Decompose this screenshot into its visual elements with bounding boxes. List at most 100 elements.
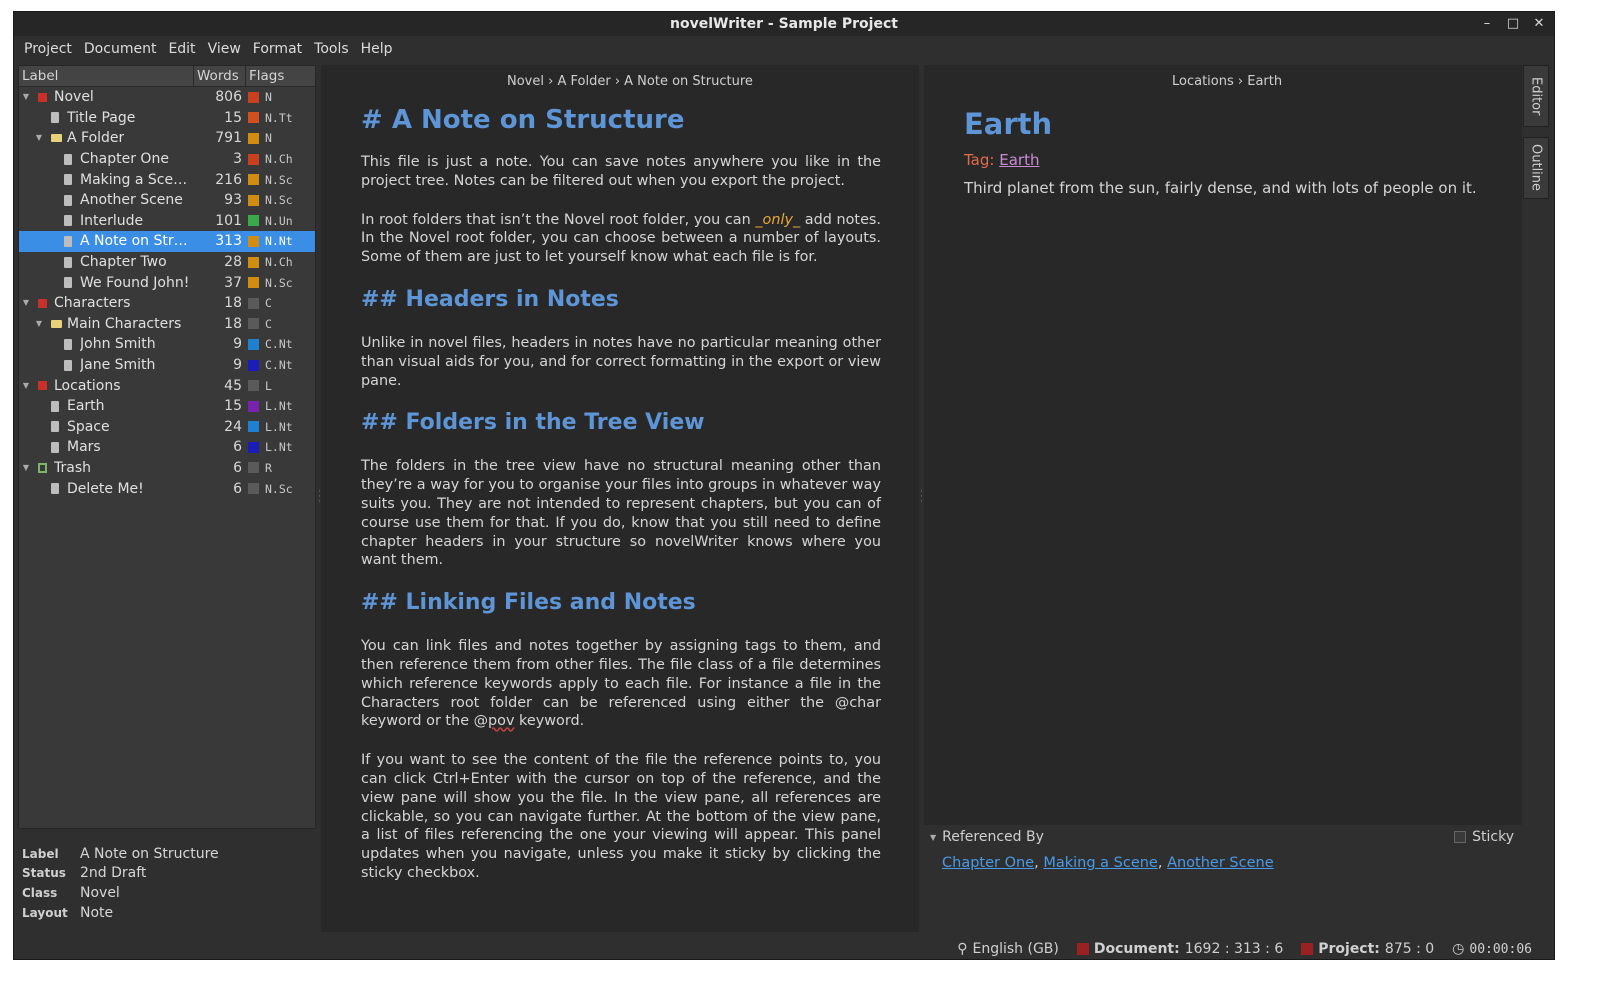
sticky-label: Sticky bbox=[1472, 829, 1514, 845]
menu-document[interactable]: Document bbox=[80, 41, 165, 57]
tree-item[interactable]: Space 24 L.Nt bbox=[19, 417, 315, 438]
tag-line: Tag: Earth bbox=[964, 151, 1504, 169]
spellcheck-icon: ⚲ bbox=[957, 941, 968, 957]
tree-item[interactable]: John Smith 9 C.Nt bbox=[19, 334, 315, 355]
tree-item[interactable]: ▼ Characters 18 C bbox=[19, 293, 315, 314]
tree-item[interactable]: Delete Me! 6 N.Sc bbox=[19, 478, 315, 499]
document-icon bbox=[51, 483, 59, 495]
tree-item-label: Novel bbox=[54, 89, 94, 106]
tree-item-label: Characters bbox=[54, 295, 131, 312]
tree-item-label: Trash bbox=[54, 459, 91, 476]
expand-arrow-icon[interactable]: ▼ bbox=[34, 133, 44, 143]
editor-paragraph: Unlike in novel files, headers in notes … bbox=[361, 334, 881, 389]
editor-breadcrumb: Novel › A Folder › A Note on Structure bbox=[507, 74, 753, 89]
tree-item-flags: C bbox=[265, 296, 272, 311]
tab-outline[interactable]: Outline bbox=[1523, 137, 1549, 199]
expand-arrow-icon[interactable]: ▼ bbox=[21, 298, 31, 308]
tree-item-label: Making a Scene bbox=[80, 171, 190, 188]
tree-item[interactable]: ▼ A Folder 791 N bbox=[19, 128, 315, 149]
status-color-icon bbox=[248, 359, 259, 371]
tree-item-words: 9 bbox=[233, 336, 242, 353]
editor-heading-2: ## Headers in Notes bbox=[361, 286, 619, 312]
tree-item[interactable]: ▼ Locations 45 L bbox=[19, 375, 315, 396]
status-color-icon bbox=[248, 277, 259, 289]
document-icon bbox=[64, 153, 72, 165]
tree-item[interactable]: Another Scene 93 N.Sc bbox=[19, 190, 315, 211]
tree-item[interactable]: A Note on Struc... 313 N.Nt bbox=[19, 231, 315, 252]
expand-arrow-icon[interactable]: ▼ bbox=[21, 381, 31, 391]
tab-editor[interactable]: Editor bbox=[1523, 65, 1549, 127]
root-folder-icon bbox=[38, 381, 47, 391]
tree-item[interactable]: Jane Smith 9 C.Nt bbox=[19, 355, 315, 376]
column-header-flags[interactable]: Flags bbox=[246, 66, 315, 86]
document-icon bbox=[51, 441, 59, 453]
tree-item-words: 6 bbox=[233, 439, 242, 456]
expand-arrow-icon[interactable]: ▼ bbox=[21, 92, 31, 102]
editor-splitter-handle[interactable]: · · · bbox=[920, 488, 923, 507]
tree-item[interactable]: ▼ Novel 806 N bbox=[19, 87, 315, 108]
document-icon bbox=[64, 359, 72, 371]
editor-paragraph: In root folders that isn’t the Novel roo… bbox=[361, 211, 881, 266]
tree-item-flags: L.Nt bbox=[265, 440, 293, 455]
document-icon bbox=[64, 256, 72, 268]
breadcrumb-earth: Earth bbox=[1247, 74, 1283, 89]
tree-item-flags: N.Ch bbox=[265, 255, 293, 270]
menu-project[interactable]: Project bbox=[20, 41, 80, 57]
sticky-checkbox[interactable] bbox=[1454, 831, 1467, 843]
tree-item-words: 216 bbox=[215, 171, 242, 188]
status-color-icon bbox=[248, 194, 259, 206]
viewer-title: Earth bbox=[964, 107, 1053, 141]
tree-item[interactable]: ▼ Main Characters 18 C bbox=[19, 314, 315, 335]
tree-item-flags: N.Ch bbox=[265, 152, 293, 167]
ref-link-making-a-scene[interactable]: Making a Scene bbox=[1043, 855, 1158, 871]
column-header-words[interactable]: Words bbox=[194, 66, 246, 86]
tree-item[interactable]: Title Page 15 N.Tt bbox=[19, 108, 315, 129]
tree-item[interactable]: Chapter One 3 N.Ch bbox=[19, 149, 315, 170]
tree-item[interactable]: We Found John! 37 N.Sc bbox=[19, 272, 315, 293]
project-tree[interactable]: Label Words Flags ▼ Novel 806 N Title Page 15… bbox=[18, 65, 316, 829]
tree-item[interactable]: Making a Scene 216 N.Sc bbox=[19, 169, 315, 190]
column-header-label[interactable]: Label bbox=[19, 66, 194, 86]
maximize-button[interactable]: □ bbox=[1506, 17, 1520, 31]
ref-link-chapter-one[interactable]: Chapter One bbox=[942, 855, 1034, 871]
document-stats-value: 1692 : 313 : 6 bbox=[1184, 941, 1284, 957]
details-label-key: Label bbox=[22, 846, 59, 861]
status-color-icon bbox=[248, 338, 259, 350]
timer-value: 00:00:06 bbox=[1469, 941, 1532, 957]
editor-heading-2: ## Folders in the Tree View bbox=[361, 410, 705, 436]
tree-item[interactable]: Interlude 101 N.Un bbox=[19, 211, 315, 232]
details-label-value: A Note on Structure bbox=[80, 845, 219, 862]
document-editor[interactable]: Novel › A Folder › A Note on Structure #… bbox=[321, 65, 919, 932]
close-button[interactable]: ✕ bbox=[1532, 17, 1546, 31]
document-icon bbox=[64, 277, 72, 289]
tree-item[interactable]: Mars 6 L.Nt bbox=[19, 437, 315, 458]
document-icon bbox=[64, 338, 72, 350]
tree-item[interactable]: ▼ Trash 6 R bbox=[19, 458, 315, 479]
menu-view[interactable]: View bbox=[204, 41, 249, 57]
expand-arrow-icon[interactable]: ▼ bbox=[34, 319, 44, 329]
tag-link[interactable]: Earth bbox=[999, 151, 1039, 169]
clock-icon: ◷ bbox=[1452, 941, 1465, 957]
document-icon bbox=[64, 174, 72, 186]
menu-help[interactable]: Help bbox=[357, 41, 401, 57]
tree-item-flags: N.Nt bbox=[265, 234, 293, 249]
editor-text-area[interactable]: # A Note on Structure This file is just … bbox=[361, 105, 881, 903]
tree-item-words: 93 bbox=[224, 192, 242, 209]
status-color-icon bbox=[248, 215, 259, 227]
minimize-button[interactable]: – bbox=[1480, 17, 1494, 31]
expand-arrow-icon[interactable]: ▼ bbox=[21, 463, 31, 473]
tree-item-words: 3 bbox=[233, 151, 242, 168]
document-viewer[interactable]: Locations › Earth Earth Tag: Earth Third… bbox=[924, 65, 1522, 825]
status-bar: ⚲ English (GB) Document: 1692 : 313 : 6 … bbox=[14, 938, 1554, 959]
ref-link-another-scene[interactable]: Another Scene bbox=[1167, 855, 1274, 871]
tree-item[interactable]: Earth 15 L.Nt bbox=[19, 396, 315, 417]
details-class-value: Novel bbox=[80, 884, 120, 901]
menu-edit[interactable]: Edit bbox=[164, 41, 203, 57]
status-color-icon bbox=[248, 132, 259, 144]
tree-item-flags: N.Un bbox=[265, 213, 293, 228]
referenced-by-title: Referenced By bbox=[942, 829, 1044, 845]
menu-tools[interactable]: Tools bbox=[310, 41, 357, 57]
menu-format[interactable]: Format bbox=[249, 41, 310, 57]
collapse-arrow-icon[interactable]: ▼ bbox=[930, 833, 936, 842]
tree-item[interactable]: Chapter Two 28 N.Ch bbox=[19, 252, 315, 273]
